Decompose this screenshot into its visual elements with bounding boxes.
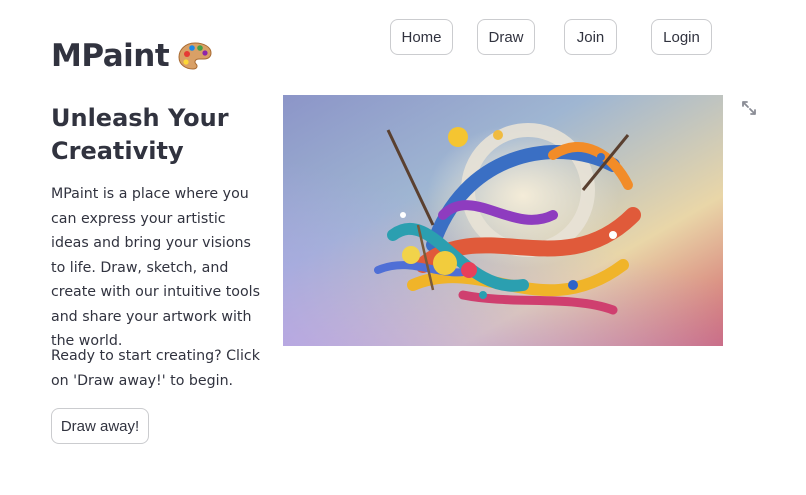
hero-image bbox=[283, 95, 723, 346]
nav-join-button[interactable]: Join bbox=[564, 19, 617, 55]
nav-draw-button[interactable]: Draw bbox=[477, 19, 535, 55]
fullscreen-expand-icon[interactable] bbox=[741, 100, 757, 116]
nav-home-button[interactable]: Home bbox=[390, 19, 453, 55]
headline: Unleash Your Creativity bbox=[51, 104, 229, 165]
nav-login-button[interactable]: Login bbox=[651, 19, 712, 55]
cta-prompt-paragraph: Ready to start creating? Click on 'Draw … bbox=[51, 348, 260, 389]
draw-away-button[interactable]: Draw away! bbox=[51, 408, 149, 444]
app-title: MPaint bbox=[51, 38, 213, 74]
app-title-text: MPaint bbox=[51, 38, 170, 74]
intro-paragraph: MPaint is a place where you can express … bbox=[51, 186, 260, 349]
palette-icon bbox=[178, 42, 212, 70]
